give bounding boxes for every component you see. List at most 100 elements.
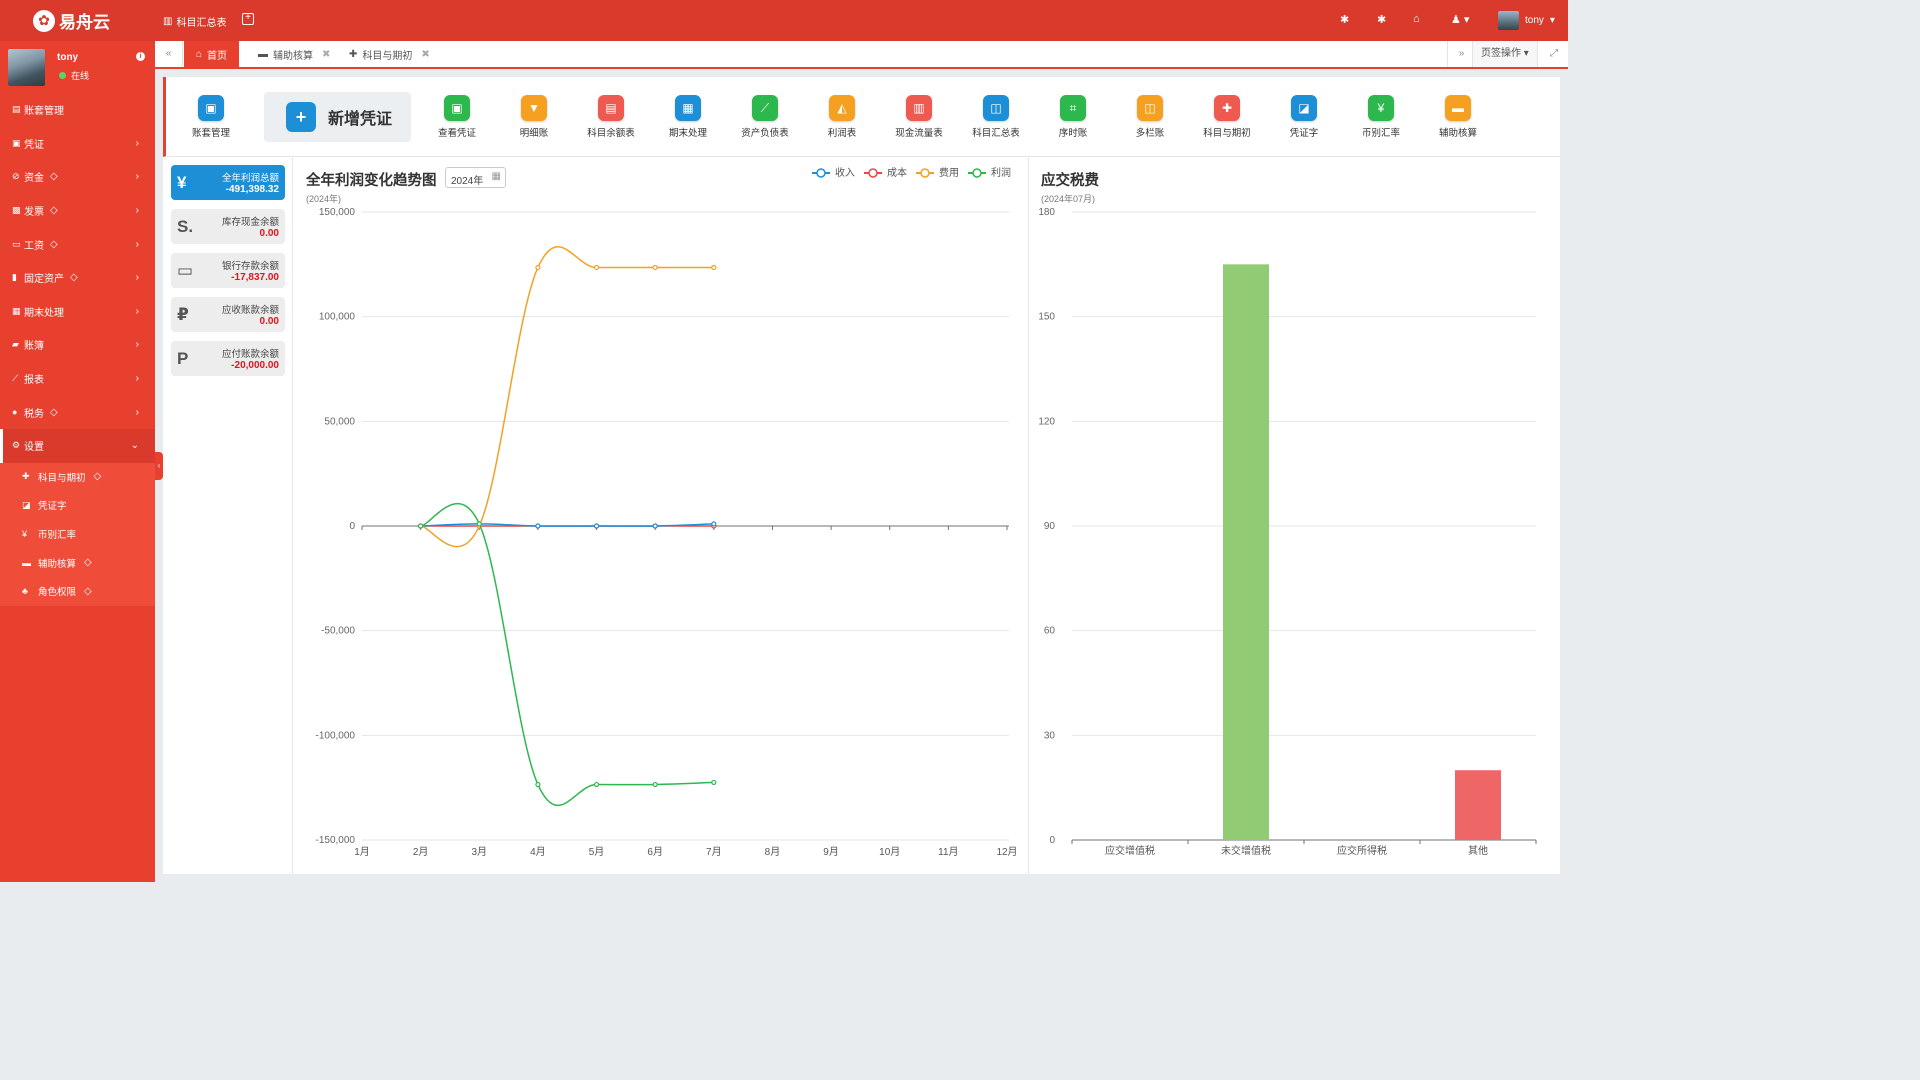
line-chart-icon: ⟋ <box>752 95 778 121</box>
x-tick-label: 1月 <box>354 846 370 858</box>
sidebar-collapse-toggle[interactable]: ‹ <box>155 452 163 480</box>
sidebar-subitem-4[interactable]: ♣ 角色权限 ◇ <box>0 577 155 606</box>
user-status: 在线 <box>59 69 89 82</box>
ledger-icon: ▰ <box>12 339 19 350</box>
quick-action-14[interactable]: ▬ 辅助核算 <box>1423 95 1493 139</box>
chevron-down-icon: ▾ <box>1549 15 1555 26</box>
quick-action-7[interactable]: ▥ 现金流量表 <box>884 95 954 139</box>
data-point <box>535 264 541 271</box>
voucher-icon: ▣ <box>12 137 21 148</box>
folder-icon: ▬ <box>1445 95 1471 121</box>
add-tab-icon[interactable]: + <box>242 13 254 25</box>
tab-auxiliary-accounting[interactable]: ▬ 辅助核算 ✖ <box>258 41 330 67</box>
quick-action-1[interactable]: ▣ 查看凭证 <box>422 95 492 139</box>
quick-actions-bar: + 新增凭证 ▣ 账套管理 ▣ 查看凭证 ▼ 明细账 ▤ 科目余额表 ▦ 期末处理 ⟋ 资产负债表 ◭ 利… <box>163 77 1560 157</box>
quick-action-11[interactable]: ✚ 科目与期初 <box>1192 95 1262 139</box>
data-point <box>711 779 717 786</box>
x-tick-label: 12月 <box>996 846 1017 858</box>
sidebar-subitem-3[interactable]: ▬ 辅助核算 ◇ <box>0 548 155 577</box>
box-icon: ▣ <box>198 95 224 121</box>
tab-subject-opening[interactable]: ✚ 科目与期初 ✖ <box>349 41 430 67</box>
quick-link-subject-summary[interactable]: ▥ 科目汇总表 <box>163 14 226 29</box>
data-point <box>535 781 541 788</box>
legend-label: 费用 <box>939 166 959 179</box>
info-icon[interactable]: i <box>136 52 145 61</box>
sidebar-item-2[interactable]: ⊘ 资金 ◇ › <box>0 160 155 194</box>
sidebar-subitem-2[interactable]: ¥ 币别汇率 <box>0 520 155 549</box>
summary-card-3[interactable]: ₽ 应收账款余额 0.00 <box>171 297 285 332</box>
gear-icon: ⚙ <box>12 440 21 451</box>
sidebar-item-6[interactable]: ▦ 期末处理 › <box>0 295 155 329</box>
sidebar-subitem-0[interactable]: ✚ 科目与期初 ◇ <box>0 463 155 492</box>
new-voucher-button[interactable]: + 新增凭证 <box>264 92 411 142</box>
paypal-icon: P <box>177 349 189 368</box>
home-icon[interactable]: ⌂ <box>1413 13 1420 25</box>
fullscreen-icon[interactable]: ⤢ <box>1540 41 1568 67</box>
diamond-icon: ◇ <box>84 585 92 597</box>
quick-action-5[interactable]: ⟋ 资产负债表 <box>730 95 800 139</box>
sidebar-item-8[interactable]: ⟋ 报表 › <box>0 362 155 396</box>
y-tick-label: 150,000 <box>319 207 356 218</box>
brand-logo[interactable]: ✿ 易舟云 <box>33 8 110 33</box>
quick-action-9[interactable]: ⌗ 序时账 <box>1038 95 1108 139</box>
voucher-icon: ▣ <box>444 95 470 121</box>
y-tick-label: 0 <box>349 521 355 532</box>
quick-action-2[interactable]: ▼ 明细账 <box>499 95 569 139</box>
x-tick-label: 4月 <box>530 846 546 858</box>
sidebar-item-1[interactable]: ▣ 凭证 › <box>0 127 155 161</box>
page-ops-dropdown[interactable]: 页签操作 ▾ <box>1472 41 1538 67</box>
brand-name: 易舟云 <box>59 13 110 32</box>
summary-card-0[interactable]: ¥ 全年利润总额 -491,398.32 <box>171 165 285 200</box>
summary-card-4[interactable]: P 应付账款余额 -20,000.00 <box>171 341 285 376</box>
bug-icon-2[interactable]: ✱ <box>1377 13 1386 26</box>
user-dropdown-icon[interactable]: ♟ ▾ <box>1451 13 1469 26</box>
y-tick-label: -150,000 <box>316 835 356 846</box>
yen-icon: ¥ <box>1368 95 1394 121</box>
tab-scroll-left-icon[interactable]: « <box>155 41 183 67</box>
data-point <box>652 523 658 529</box>
calendar-icon: ▦ <box>12 305 21 316</box>
sidebar-subitem-label: 辅助核算 <box>38 558 77 570</box>
sidebar-subitem-1[interactable]: ◪ 凭证字 <box>0 491 155 520</box>
puzzle-icon: ✚ <box>1214 95 1240 121</box>
chevron-right-icon: › <box>135 171 139 183</box>
close-icon[interactable]: ✖ <box>322 49 330 60</box>
sidebar-item-label: 报表 <box>24 375 44 387</box>
quick-action-3[interactable]: ▤ 科目余额表 <box>576 95 646 139</box>
x-tick-label: 其他 <box>1468 844 1488 857</box>
sidebar-item-7[interactable]: ▰ 账簿 › <box>0 328 155 362</box>
users-icon: ♣ <box>22 586 28 597</box>
user-menu[interactable]: tony ▾ <box>1498 11 1555 30</box>
tab-scroll-right-icon[interactable]: » <box>1447 41 1475 67</box>
quick-action-0[interactable]: ▣ 账套管理 <box>176 95 246 139</box>
bug-icon[interactable]: ✱ <box>1340 13 1349 26</box>
summary-card-1[interactable]: S. 库存现金余额 0.00 <box>171 209 285 244</box>
sidebar-item-3[interactable]: ▩ 发票 ◇ › <box>0 194 155 228</box>
sidebar: tony 在线 i ▤ 账套管理 ▣ 凭证 › ⊘ 资金 ◇ › ▩ 发票 ◇ › ▭ 工资 ◇ › ▮ 固定资产 ◇… <box>0 41 155 882</box>
quick-action-13[interactable]: ¥ 币别汇率 <box>1346 95 1416 139</box>
x-tick-label: 3月 <box>471 846 487 858</box>
sidebar-item-4[interactable]: ▭ 工资 ◇ › <box>0 227 155 261</box>
sidebar-item-0[interactable]: ▤ 账套管理 <box>0 93 155 127</box>
quick-action-4[interactable]: ▦ 期末处理 <box>653 95 723 139</box>
summary-card-2[interactable]: ▭ 银行存款余额 -17,837.00 <box>171 253 285 288</box>
quick-action-12[interactable]: ◪ 凭证字 <box>1269 95 1339 139</box>
quick-action-6[interactable]: ◭ 利润表 <box>807 95 877 139</box>
quick-action-10[interactable]: ◫ 多栏账 <box>1115 95 1185 139</box>
tab-home[interactable]: ⌂ 首页 <box>184 41 240 67</box>
sidebar-item-10[interactable]: ⚙ 设置 ⌄ <box>0 428 155 463</box>
legend-item-1: 成本 <box>864 166 907 179</box>
calendar-icon: ▦ <box>675 95 701 121</box>
book-icon: ▤ <box>598 95 624 121</box>
y-tick-label: 150 <box>1038 312 1055 323</box>
money-icon: ⊘ <box>12 171 20 182</box>
quick-action-8[interactable]: ◫ 科目汇总表 <box>961 95 1031 139</box>
bar-1 <box>1223 264 1269 840</box>
chevron-right-icon: › <box>135 238 139 250</box>
sidebar-item-9[interactable]: ● 税务 ◇ › <box>0 395 155 429</box>
sidebar-item-5[interactable]: ▮ 固定资产 ◇ › <box>0 261 155 295</box>
y-tick-label: 0 <box>1049 835 1055 846</box>
legend-marker <box>920 168 930 178</box>
puzzle-icon: ✚ <box>349 48 358 60</box>
close-icon[interactable]: ✖ <box>421 49 429 60</box>
